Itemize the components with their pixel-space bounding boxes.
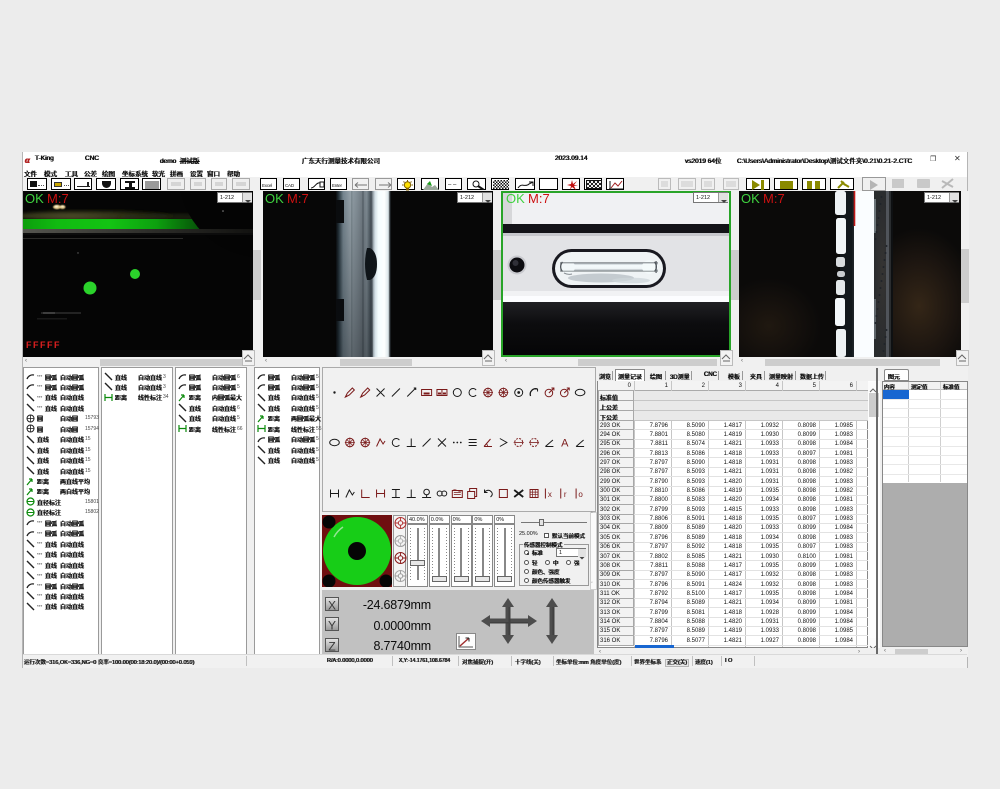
svg-text:Z: Z — [328, 640, 335, 652]
svg-text:X: X — [328, 599, 336, 611]
svg-text:o: o — [578, 490, 583, 499]
svg-text:r: r — [564, 490, 567, 499]
svg-text:x: x — [548, 490, 552, 499]
svg-text:A: A — [561, 438, 569, 450]
svg-text:Y: Y — [328, 619, 336, 631]
